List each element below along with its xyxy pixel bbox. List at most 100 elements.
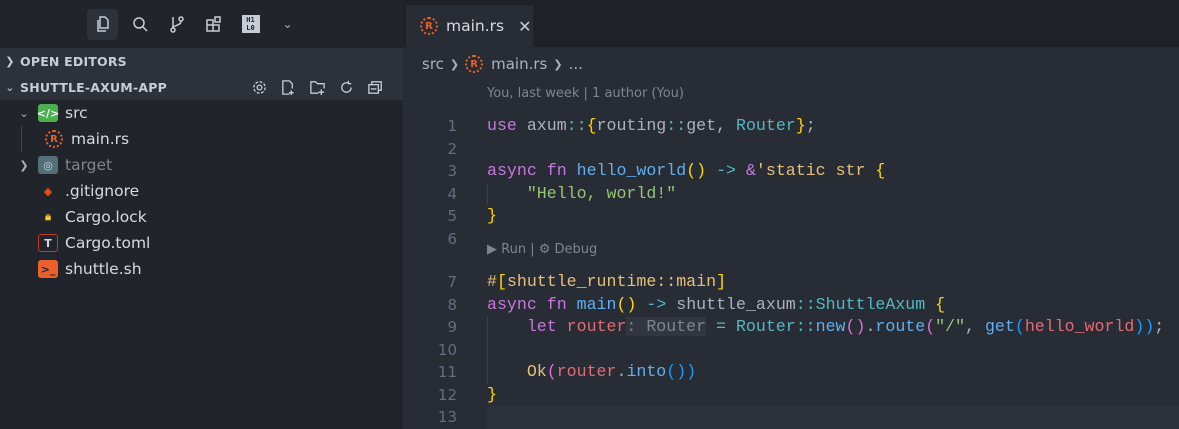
- gear-icon[interactable]: [249, 77, 269, 97]
- breadcrumb-file[interactable]: main.rs: [491, 55, 547, 73]
- chevron-down-icon: ⌄: [5, 80, 15, 94]
- tree-item[interactable]: ⌄ </> src: [0, 100, 403, 126]
- line-number: 11: [437, 363, 457, 381]
- code-text: async fn main() -> shuttle_axum::Shuttle…: [487, 294, 945, 317]
- code-token: get,: [686, 116, 736, 135]
- code-text: let router: Router = Router::new().route…: [487, 316, 1164, 339]
- code-token: ::: [795, 317, 816, 336]
- code-token: ::: [795, 294, 816, 314]
- collapse-all-icon[interactable]: [365, 77, 385, 97]
- code-token: async: [487, 161, 537, 180]
- project-section[interactable]: ⌄ SHUTTLE-AXUM-APP: [0, 74, 403, 100]
- file-tree: ⌄ </> src Rmain.rs ❯ ◎ target ◆ .gitignore 🔒︎ Carg…: [0, 100, 403, 282]
- code-token: =: [706, 317, 736, 336]
- code-token: shuttle_runtime::main: [506, 272, 717, 291]
- git-blame-annotation: You, last week | 1 author (You): [487, 86, 684, 101]
- tab-label: main.rs: [446, 17, 505, 35]
- breadcrumb: src ❯ R main.rs ❯ ...: [422, 55, 583, 73]
- line-number: 10: [437, 340, 457, 359]
- code-token: "Hello, world!": [526, 183, 677, 203]
- chevron-down-icon[interactable]: ⌄: [16, 107, 32, 120]
- code-line: 13: [438, 406, 1179, 429]
- tab-bar: R main.rs ✕: [403, 0, 1179, 47]
- line-number: 13: [437, 408, 457, 426]
- code-line: 9 let router: Router = Router::new().rou…: [403, 316, 1179, 339]
- chevron-right-icon: ❯: [449, 57, 460, 71]
- code-token: {: [586, 116, 597, 135]
- code-text: }: [487, 205, 497, 228]
- indent-guide: [21, 126, 22, 152]
- tree-item-label: Cargo.toml: [65, 234, 151, 252]
- code-token: ;: [1154, 317, 1165, 336]
- tree-item-label: .gitignore: [65, 182, 140, 200]
- hex-editor-icon[interactable]: H1 L0: [235, 9, 266, 40]
- tree-item-label: Cargo.lock: [65, 208, 147, 226]
- line-number: 7: [447, 273, 457, 291]
- tree-item[interactable]: ❯ ◎ target: [0, 152, 403, 178]
- line-number: 9: [447, 318, 457, 336]
- code-line: 11 Ok(router.into()): [403, 361, 1179, 384]
- code-token: }: [487, 206, 497, 225]
- code-editor[interactable]: You, last week | 1 author (You) ▶ Run | …: [403, 80, 1179, 429]
- lock-icon: 🔒︎: [45, 210, 51, 223]
- code-line: 3 async fn hello_world() -> &'static str …: [403, 160, 1179, 183]
- folder-src-icon: </>: [37, 104, 59, 122]
- code-line: 1 use axum::{routing::get, Router};: [403, 115, 1179, 138]
- close-icon[interactable]: ✕: [518, 17, 531, 36]
- tab-main-rs[interactable]: R main.rs ✕: [406, 5, 533, 47]
- breadcrumb-folder[interactable]: src: [422, 55, 444, 73]
- code-token: #: [487, 272, 497, 291]
- refresh-icon[interactable]: [336, 77, 356, 97]
- rust-icon: R: [45, 130, 63, 148]
- activity-bar: H1 L0 ⌄: [0, 0, 403, 48]
- code-text: "Hello, world!": [487, 183, 676, 206]
- open-editors-section[interactable]: ❯ OPEN EDITORS: [0, 48, 403, 74]
- open-editors-label: OPEN EDITORS: [20, 53, 127, 69]
- tree-item[interactable]: ◆ .gitignore: [0, 178, 403, 204]
- code-line: 12}: [403, 384, 1179, 407]
- tree-item[interactable]: 🔒︎ Cargo.lock: [0, 204, 403, 230]
- line-number: 8: [447, 295, 457, 314]
- source-control-icon[interactable]: [161, 9, 192, 40]
- line-number: 6: [447, 229, 457, 248]
- code-line: 10: [403, 338, 1179, 361]
- chevron-down-icon[interactable]: ⌄: [272, 9, 303, 40]
- code-line: 2: [403, 138, 1179, 161]
- code-token: main: [576, 294, 617, 314]
- code-token: 'static str: [755, 161, 876, 180]
- code-token: [: [496, 272, 507, 291]
- new-folder-icon[interactable]: [307, 77, 327, 97]
- tree-item[interactable]: Rmain.rs: [0, 126, 403, 152]
- code-token: ,: [965, 317, 985, 336]
- tree-item[interactable]: T Cargo.toml: [0, 230, 403, 256]
- code-token: (: [1014, 317, 1025, 336]
- code-token: use: [487, 116, 517, 135]
- search-icon[interactable]: [124, 9, 155, 40]
- new-file-icon[interactable]: [278, 77, 298, 97]
- tree-item[interactable]: >_ shuttle.sh: [0, 256, 403, 282]
- breadcrumb-more[interactable]: ...: [569, 55, 583, 73]
- extensions-icon[interactable]: [198, 9, 229, 40]
- code-token: Router: [735, 317, 796, 336]
- tree-item-label: main.rs: [71, 130, 130, 148]
- code-token: ]: [716, 272, 727, 291]
- code-line: 7 #[shuttle_runtime::main]: [403, 271, 1179, 294]
- explorer-sidebar: H1 L0 ⌄ ❯ OPEN EDITORS ⌄ SHUTTLE-AXUM-APP ⌄…: [0, 0, 403, 429]
- line-number: 5: [447, 207, 457, 225]
- code-token: ;: [805, 116, 816, 135]
- code-token: {: [875, 161, 886, 180]
- code-token: ::: [566, 116, 587, 135]
- code-token: (): [686, 161, 707, 180]
- folder-target-icon: ◎: [38, 156, 58, 174]
- tree-item-label: target: [65, 156, 113, 174]
- line-number: 4: [447, 184, 457, 203]
- rust-icon: R: [420, 17, 438, 35]
- code-text: }: [487, 384, 497, 407]
- chevron-right-icon[interactable]: ❯: [16, 159, 32, 172]
- code-text: async fn hello_world() -> &'static str {: [487, 160, 885, 183]
- code-text: #[shuttle_runtime::main]: [487, 271, 726, 294]
- code-token: new: [815, 317, 846, 336]
- explorer-icon[interactable]: [87, 8, 118, 40]
- code-token: (: [925, 317, 936, 336]
